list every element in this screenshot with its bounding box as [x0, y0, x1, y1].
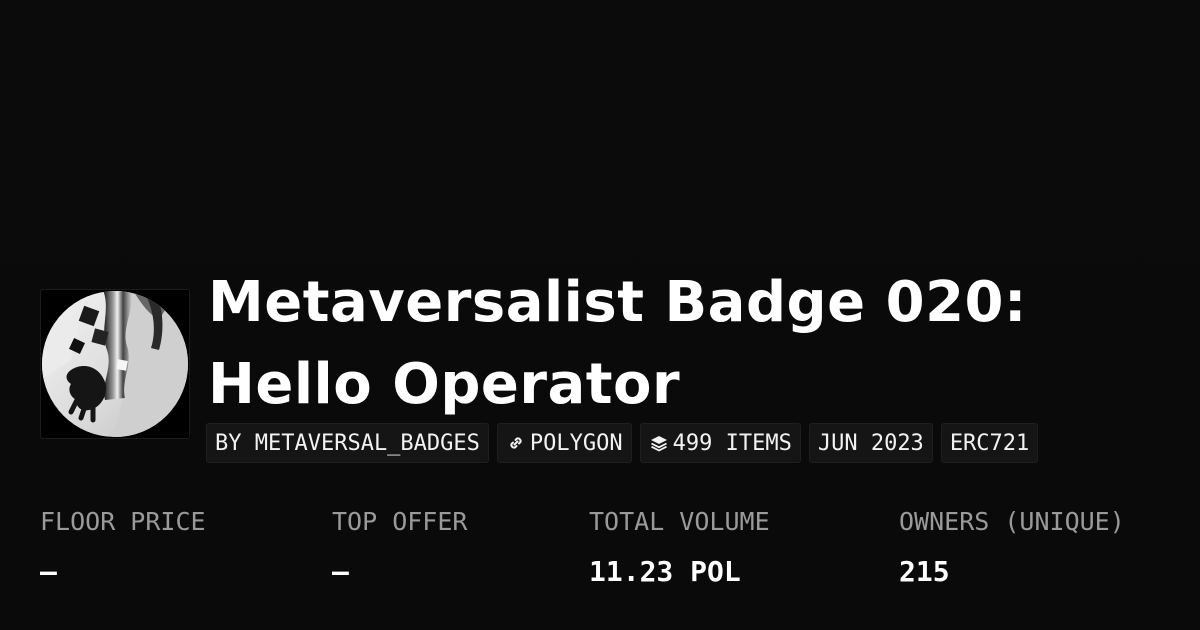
owners-value: 215	[899, 555, 950, 588]
creator-tag[interactable]: BY METAVERSAL_BADGES	[206, 423, 489, 463]
floor-price-label: FLOOR PRICE	[40, 507, 206, 536]
collection-tags: BY METAVERSAL_BADGES POLYGON 499 ITEMS J…	[206, 423, 1039, 463]
date-tag-label: JUN 2023	[817, 430, 924, 456]
chain-tag-label: POLYGON	[529, 430, 623, 456]
owners-label: OWNERS (UNIQUE)	[899, 507, 1125, 536]
top-offer-stat: TOP OFFER –	[332, 500, 467, 600]
total-volume-label: TOTAL VOLUME	[589, 507, 770, 536]
items-tag-label: 499 ITEMS	[672, 430, 792, 456]
collection-avatar-image	[42, 291, 188, 437]
layers-icon	[649, 433, 669, 453]
creator-tag-label: BY METAVERSAL_BADGES	[215, 430, 480, 456]
owners-stat: OWNERS (UNIQUE) 215	[899, 500, 1125, 600]
top-offer-value: –	[332, 555, 349, 588]
total-volume-value: 11.23 POL	[589, 555, 741, 588]
chain-tag[interactable]: POLYGON	[496, 423, 632, 463]
floor-price-value: –	[40, 555, 57, 588]
floor-price-stat: FLOOR PRICE –	[40, 500, 206, 600]
link-icon	[506, 433, 526, 453]
standard-tag: ERC721	[940, 423, 1039, 463]
standard-tag-label: ERC721	[949, 430, 1030, 456]
collection-avatar	[40, 289, 190, 439]
collection-title: Metaversalist Badge 020: Hello Operator	[208, 270, 1027, 417]
items-tag: 499 ITEMS	[639, 423, 801, 463]
top-offer-label: TOP OFFER	[332, 507, 468, 536]
date-tag: JUN 2023	[808, 423, 933, 463]
total-volume-stat: TOTAL VOLUME 11.23 POL	[589, 500, 770, 600]
